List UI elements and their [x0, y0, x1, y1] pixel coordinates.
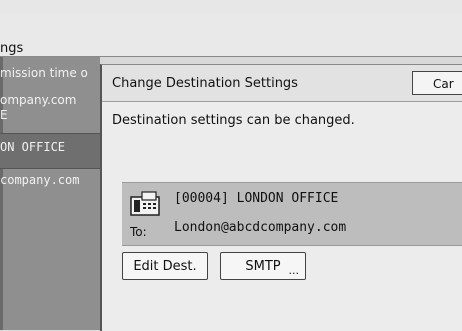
dialog-message: Destination settings can be changed. [112, 113, 355, 128]
dialog-title: Change Destination Settings [112, 76, 298, 91]
background-list-item[interactable]: ompany.com [0, 93, 100, 107]
background-list-item[interactable]: ON OFFICE [0, 140, 100, 154]
background-header: ngs [0, 14, 462, 57]
more-options-indicator: ... [288, 264, 300, 277]
fax-icon [130, 191, 160, 216]
to-label: To: [130, 225, 147, 239]
edit-dest-label: Edit Dest. [133, 259, 197, 274]
smtp-label: SMTP [245, 259, 281, 274]
top-strip [0, 0, 462, 15]
background-list-item[interactable]: company.com [0, 173, 100, 187]
destination-email: London@abcdcompany.com [174, 220, 347, 235]
destination-id-name: [00004] LONDON OFFICE [174, 191, 339, 206]
background-list-item[interactable]: E [0, 108, 100, 122]
destination-entry[interactable]: [00004] LONDON OFFICE To: London@abcdcom… [122, 182, 462, 246]
smtp-button[interactable]: SMTP ... [220, 252, 306, 280]
change-destination-dialog: Change Destination Settings Car Destinat… [100, 64, 462, 331]
dialog-titlebar: Change Destination Settings Car [102, 65, 462, 102]
background-list-item[interactable]: mission time o [0, 66, 100, 80]
cancel-button[interactable]: Car [412, 71, 462, 95]
edit-dest-button[interactable]: Edit Dest. [122, 252, 208, 280]
background-title: ngs [0, 41, 24, 56]
